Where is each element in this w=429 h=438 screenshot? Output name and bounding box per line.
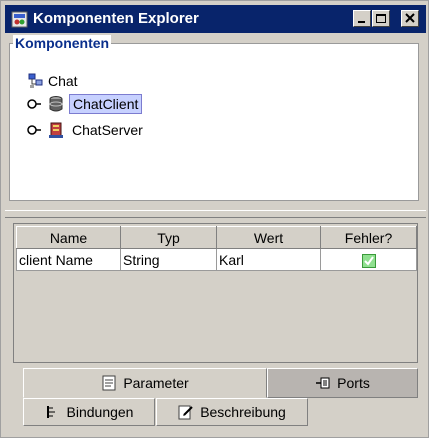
tree-label-chat: Chat [48, 73, 78, 89]
column-header-error[interactable]: Fehler? [320, 226, 417, 249]
database-icon [47, 95, 65, 113]
maximize-icon [376, 14, 386, 23]
tree-node-chat[interactable]: Chat [27, 71, 81, 91]
parameter-table: Name Typ Wert Fehler? client Name String… [16, 226, 417, 271]
cell-value[interactable]: Karl [216, 248, 321, 271]
splitter[interactable] [5, 210, 426, 218]
tab-parameter-label: Parameter [123, 375, 189, 391]
column-header-value[interactable]: Wert [216, 226, 321, 249]
tab-bindungen[interactable]: Bindungen [23, 398, 155, 426]
column-header-type[interactable]: Typ [120, 226, 217, 249]
document-icon [101, 375, 117, 391]
binding-icon [45, 404, 61, 420]
maximize-button[interactable] [372, 10, 390, 27]
tree-label-chatserver: ChatServer [72, 122, 143, 138]
cell-error[interactable] [320, 248, 417, 271]
minimize-icon [358, 21, 365, 23]
ports-icon [315, 375, 331, 391]
minimize-button[interactable] [353, 10, 371, 27]
tree-node-chatserver[interactable]: ChatServer [27, 120, 146, 140]
tree-label-chatclient: ChatClient [69, 94, 143, 114]
cell-name[interactable]: client Name [16, 248, 121, 271]
checkmark-icon [361, 253, 376, 268]
edit-icon [178, 404, 194, 420]
main-window: Komponenten Explorer Komponenten Chat Ch… [0, 0, 429, 438]
expand-toggle-icon[interactable] [27, 123, 41, 137]
tab-ports[interactable]: Ports [267, 368, 418, 398]
tab-beschreibung[interactable]: Beschreibung [156, 398, 308, 426]
parameter-table-panel: Name Typ Wert Fehler? client Name String… [13, 223, 418, 363]
app-icon [11, 11, 28, 28]
tab-bindungen-label: Bindungen [66, 404, 134, 420]
title-bar[interactable]: Komponenten Explorer [5, 5, 426, 33]
tree-node-chatclient[interactable]: ChatClient [27, 94, 143, 114]
tab-ports-label: Ports [337, 375, 370, 391]
close-button[interactable] [401, 10, 419, 27]
server-icon [47, 121, 65, 139]
window-title: Komponenten Explorer [33, 10, 199, 27]
components-group-title: Komponenten [13, 35, 112, 51]
tab-parameter[interactable]: Parameter [23, 368, 267, 398]
table-header-row: Name Typ Wert Fehler? [16, 226, 417, 249]
network-icon [27, 72, 45, 90]
close-icon [405, 13, 415, 23]
cell-type[interactable]: String [120, 248, 217, 271]
column-header-name[interactable]: Name [16, 226, 121, 249]
table-row[interactable]: client Name String Karl [16, 248, 417, 271]
tab-beschreibung-label: Beschreibung [200, 404, 286, 420]
expand-toggle-icon[interactable] [27, 97, 41, 111]
